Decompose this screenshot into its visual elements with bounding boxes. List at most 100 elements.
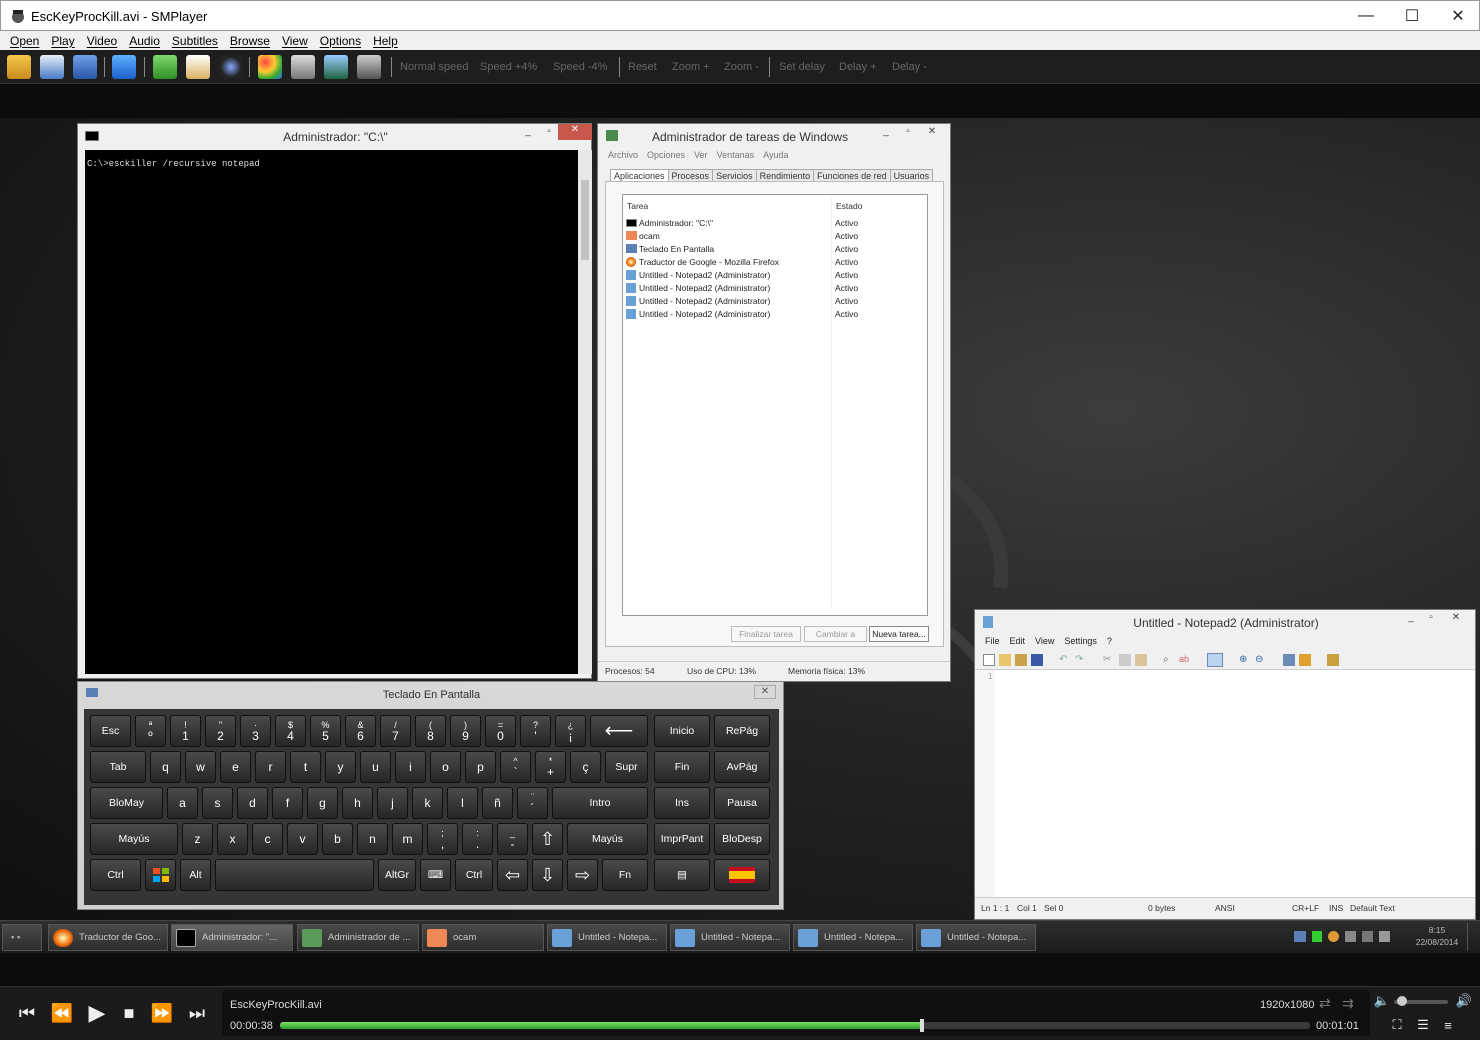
exit-icon[interactable] <box>1327 654 1339 666</box>
undo-icon[interactable]: ↶ <box>1059 654 1071 666</box>
key-4[interactable]: $4 <box>275 715 306 747</box>
notepad-editor[interactable]: 1 <box>975 669 1475 898</box>
task-list[interactable]: Tarea Estado Administrador: "C:\" Activo … <box>622 194 928 616</box>
menu-help[interactable]: Help <box>373 34 398 48</box>
repeat-icon[interactable] <box>112 55 136 79</box>
taskmgr-menu-ventanas[interactable]: Ventanas <box>717 150 755 160</box>
arrow-down-key-icon[interactable]: ⇩ <box>532 859 563 891</box>
normal-speed-button[interactable]: Normal speed <box>400 61 468 73</box>
key-h[interactable]: h <box>342 787 373 819</box>
speed-up-button[interactable]: Speed +4% <box>480 61 537 73</box>
key-2[interactable]: " 2 <box>205 715 236 747</box>
taskmgr-menu-archivo[interactable]: Archivo <box>608 150 638 160</box>
filter-icon[interactable] <box>291 55 315 79</box>
replace-icon[interactable]: ab <box>1179 654 1191 666</box>
key-k[interactable]: k <box>412 787 443 819</box>
key-f[interactable]: f <box>272 787 303 819</box>
task-row[interactable]: Untitled - Notepad2 (Administrator) Activ… <box>626 281 926 294</box>
cmd-window[interactable]: Administrador: "C:\" _ ▫ ✕ C:\>esckiller… <box>77 123 592 679</box>
menu-view[interactable]: View <box>282 34 308 48</box>
key-d[interactable]: d <box>237 787 268 819</box>
key-5[interactable]: % 5 <box>310 715 341 747</box>
col-status-header[interactable]: Estado <box>836 201 862 211</box>
key-8[interactable]: (8 <box>415 715 446 747</box>
key-repag[interactable]: RePág <box>714 715 770 747</box>
task-row[interactable]: Untitled - Notepad2 (Administrator) Activ… <box>626 268 926 281</box>
key-e[interactable]: e <box>220 751 251 783</box>
key-3[interactable]: · 3 <box>240 715 271 747</box>
new-task-button[interactable]: Nueva tarea... <box>869 626 929 642</box>
rewind-icon[interactable]: ⏪ <box>47 999 77 1027</box>
key-ins[interactable]: Ins <box>654 787 710 819</box>
taskbar-item-cmd[interactable]: Administrador: "... <box>171 924 293 951</box>
key-pausa[interactable]: Pausa <box>714 787 770 819</box>
scheme-icon[interactable] <box>1283 654 1295 666</box>
osk-options-key-icon[interactable]: ▤ <box>654 859 710 891</box>
key-j[interactable]: j <box>377 787 408 819</box>
key-apostrophe[interactable]: ? ' <box>520 715 551 747</box>
taskmgr-menu-ver[interactable]: Ver <box>694 150 708 160</box>
volume-handle[interactable] <box>1396 996 1407 1006</box>
taskbar-item-notepad[interactable]: Untitled - Notepa... <box>670 924 790 951</box>
col-task-header[interactable]: Tarea <box>627 201 648 211</box>
taskmgr-window[interactable]: Administrador de tareas de Windows _ ▫ ✕… <box>597 123 951 682</box>
key-bloqmay[interactable]: BloMay <box>90 787 163 819</box>
arrow-left-key-icon[interactable]: ⇦ <box>497 859 528 891</box>
key-w[interactable]: w <box>185 751 216 783</box>
mute-icon[interactable]: 🔈 <box>1372 991 1392 1011</box>
key-p[interactable]: p <box>465 751 496 783</box>
open-file-icon[interactable] <box>40 55 64 79</box>
new-file-icon[interactable] <box>983 654 995 666</box>
osk-window[interactable]: Teclado En Pantalla ✕ Esc ªº ! 1 " 2 · 3 $4… <box>77 681 784 910</box>
notepad-menu-file[interactable]: File <box>985 636 1000 646</box>
key-shift-left[interactable]: Mayús <box>90 823 178 855</box>
key-s[interactable]: s <box>202 787 233 819</box>
clipboard-icon[interactable] <box>186 55 210 79</box>
end-task-button[interactable]: Finalizar tarea <box>731 626 801 642</box>
previous-icon[interactable]: ⏮ <box>12 999 42 1027</box>
find-icon[interactable]: ⌕ <box>1163 654 1175 666</box>
key-a[interactable]: a <box>167 787 198 819</box>
menu-browse[interactable]: Browse <box>230 34 270 48</box>
zoom-out-icon[interactable]: ⊖ <box>1255 654 1267 666</box>
preferences-icon[interactable]: ≡ <box>1437 1015 1459 1035</box>
menu-audio[interactable]: Audio <box>129 34 160 48</box>
key-m[interactable]: m <box>392 823 423 855</box>
close-button[interactable]: ✕ <box>1435 1 1480 31</box>
task-row[interactable]: Teclado En Pantalla Activo <box>626 242 926 255</box>
fast-forward-icon[interactable]: ⏩ <box>147 999 177 1027</box>
cmd-scrollbar[interactable] <box>578 150 592 674</box>
menu-open[interactable]: Open <box>10 34 39 48</box>
key-u[interactable]: u <box>360 751 391 783</box>
key-inicio[interactable]: Inicio <box>654 715 710 747</box>
word-wrap-icon[interactable] <box>1207 653 1223 667</box>
start-button[interactable]: ▪ ▪ <box>2 924 42 951</box>
next-icon[interactable]: ⏭ <box>182 999 212 1027</box>
spain-flag-key-icon[interactable] <box>714 859 770 891</box>
key-b[interactable]: b <box>322 823 353 855</box>
minimize-button[interactable]: — <box>1343 1 1389 31</box>
set-delay-button[interactable]: Set delay <box>779 61 825 73</box>
taskmgr-menu-ayuda[interactable]: Ayuda <box>763 150 788 160</box>
volume-slider[interactable] <box>1394 996 1448 1006</box>
taskbar-item-ocam[interactable]: ocam <box>422 924 544 951</box>
cmd-close-button[interactable]: ✕ <box>558 124 592 140</box>
cut-icon[interactable]: ✂ <box>1103 654 1115 666</box>
key-7[interactable]: /7 <box>380 715 411 747</box>
key-intro[interactable]: Intro <box>552 787 648 819</box>
zoom-in-icon[interactable]: ⊕ <box>1239 654 1251 666</box>
task-row[interactable]: ocam Activo <box>626 229 926 242</box>
key-esc[interactable]: Esc <box>90 715 131 747</box>
maximize-button[interactable]: ☐ <box>1389 1 1435 31</box>
key-1[interactable]: ! 1 <box>170 715 201 747</box>
speed-down-button[interactable]: Speed -4% <box>553 61 607 73</box>
taskbar-item-notepad[interactable]: Untitled - Notepa... <box>547 924 667 951</box>
browse-icon[interactable] <box>1015 654 1027 666</box>
key-shift-right[interactable]: Mayús <box>567 823 648 855</box>
key-z[interactable]: z <box>182 823 213 855</box>
zoom-out-button[interactable]: Zoom - <box>724 61 759 73</box>
key-alt[interactable]: Alt <box>180 859 211 891</box>
keyboard-menu-key-icon[interactable]: ⌨ <box>420 859 451 891</box>
key-o[interactable]: o <box>430 751 461 783</box>
key-minus[interactable]: _ - <box>497 823 528 855</box>
